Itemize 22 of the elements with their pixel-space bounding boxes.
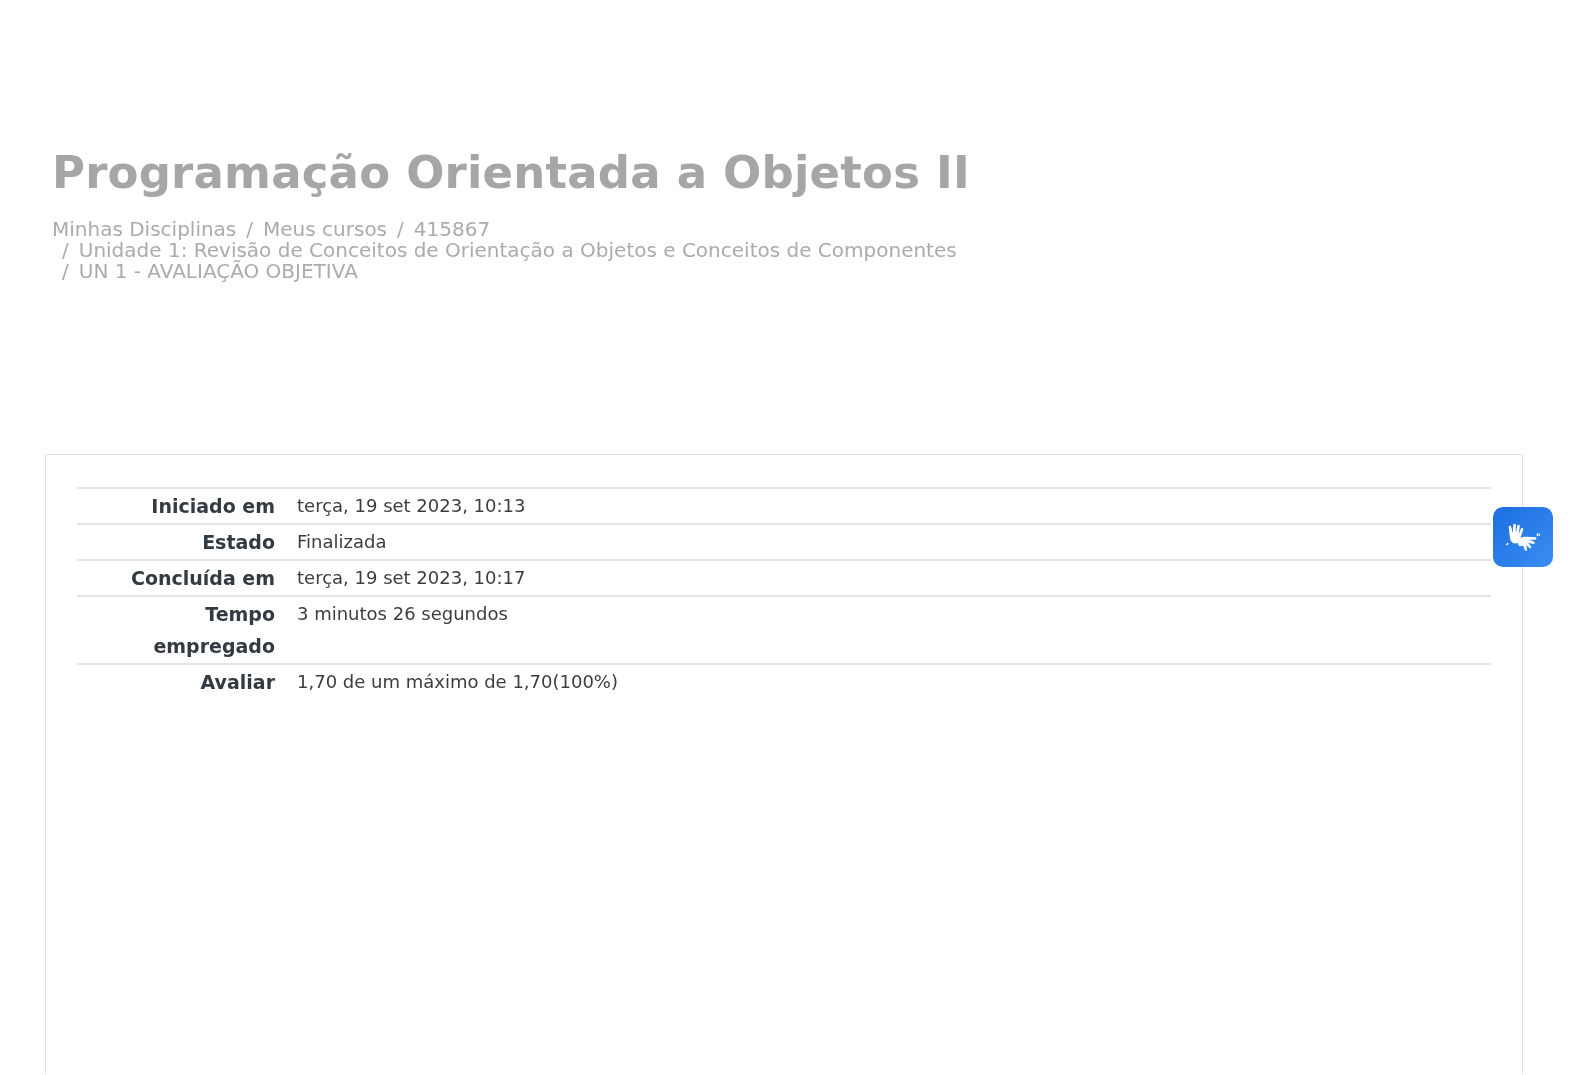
page-title: Programação Orientada a Objetos II	[52, 145, 971, 201]
row-label: Iniciado em	[150, 494, 276, 519]
row-value: Finalizada	[296, 530, 388, 554]
row-label: Concluída em	[129, 566, 276, 591]
row-value: 1,70 de um máximo de 1,70(100%)	[296, 670, 619, 694]
breadcrumb-link[interactable]: Unidade 1: Revisão de Conceitos de Orientação a Objetos e Conceitos de Componentes	[78, 240, 957, 261]
breadcrumb-link[interactable]: Minhas Disciplinas	[52, 219, 237, 240]
row-value: 3 minutos 26 segundos	[296, 602, 509, 626]
sign-language-button[interactable]	[1493, 507, 1553, 567]
breadcrumb-separator: /	[397, 219, 405, 240]
row-value: terça, 19 set 2023, 10:17	[296, 566, 527, 590]
row-value: terça, 19 set 2023, 10:13	[296, 494, 527, 518]
row-label: Avaliar	[199, 670, 276, 695]
breadcrumb-link[interactable]: UN 1 - AVALIAÇÃO OBJETIVA	[78, 261, 358, 282]
row-label: Tempo empregado	[152, 602, 276, 659]
breadcrumb-separator: /	[62, 261, 70, 282]
breadcrumb-link[interactable]: Meus cursos	[263, 219, 388, 240]
row-label: Estado	[201, 530, 276, 555]
hands-icon	[1505, 523, 1541, 551]
breadcrumb-separator: /	[246, 219, 255, 240]
breadcrumb-link[interactable]: 415867	[413, 219, 491, 240]
breadcrumb-separator: /	[62, 240, 70, 261]
